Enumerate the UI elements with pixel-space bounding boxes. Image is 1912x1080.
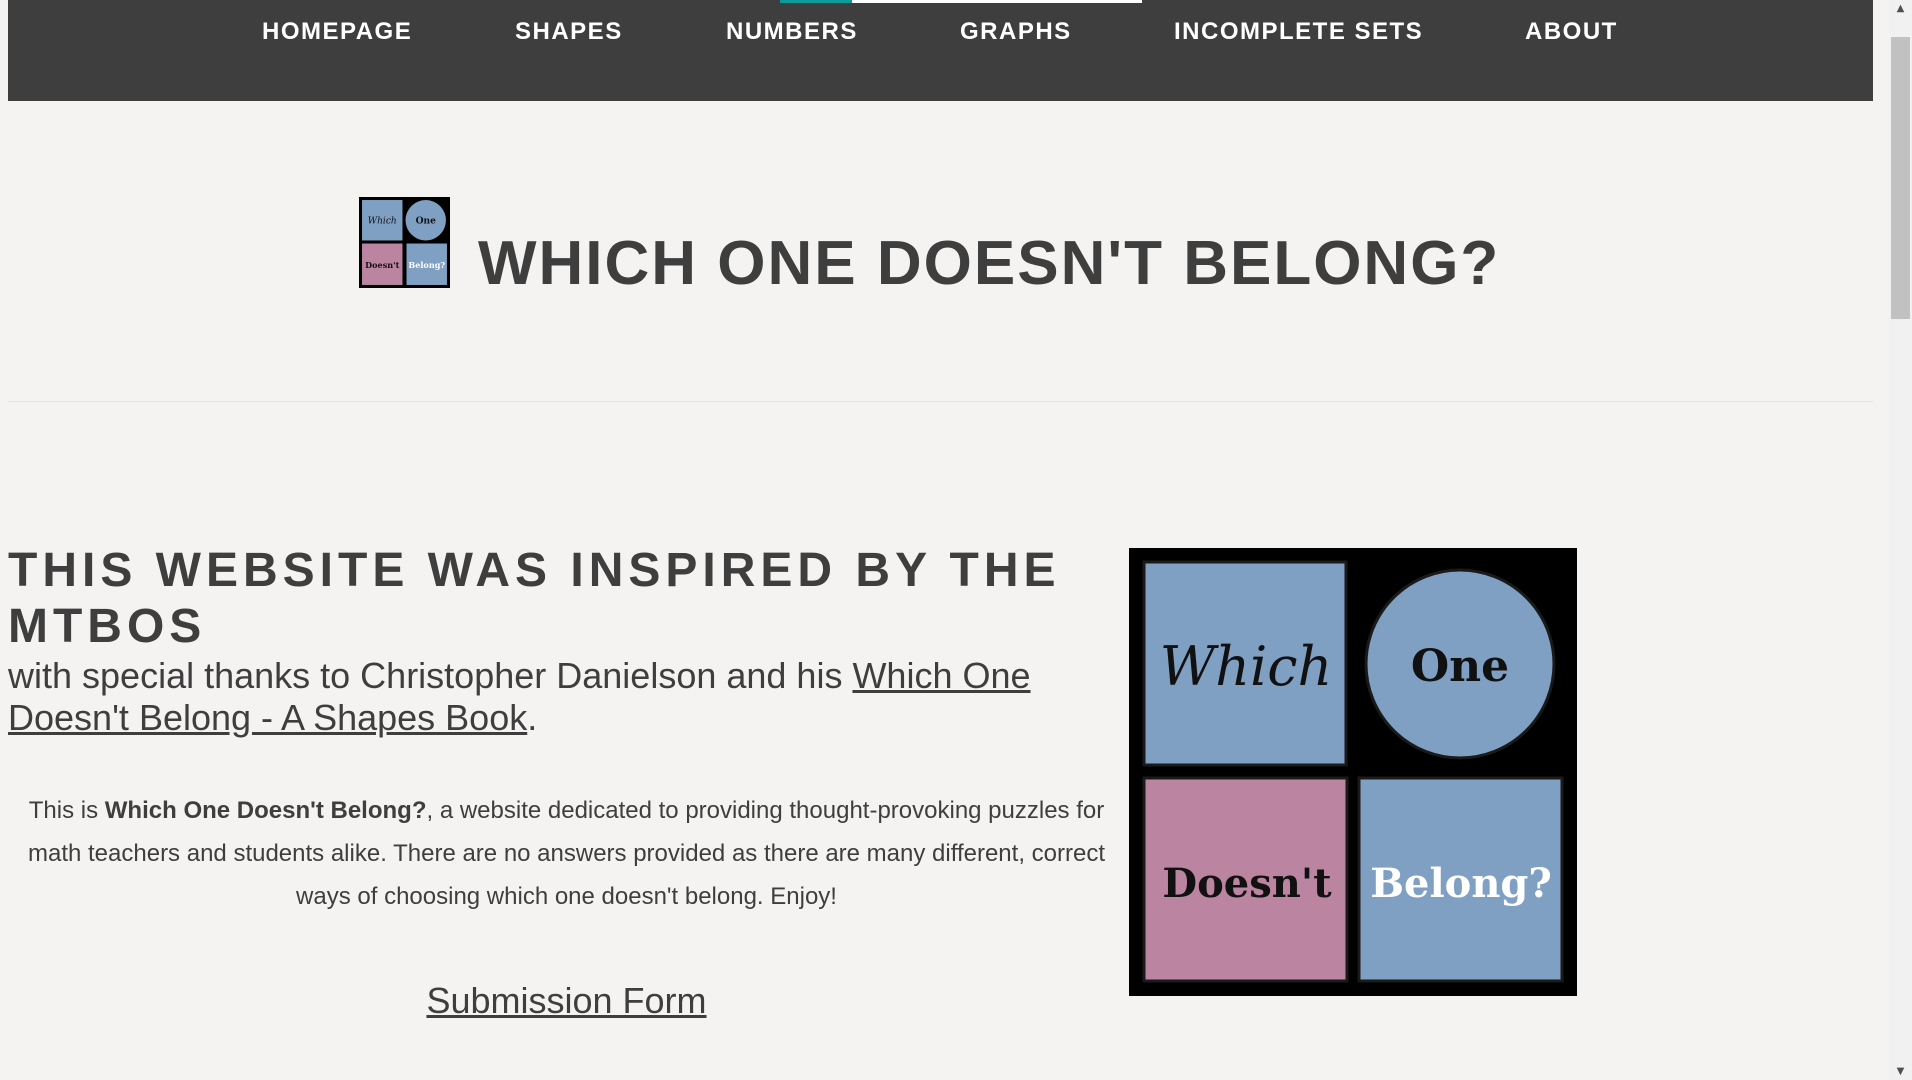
nav-item-label: SHAPES bbox=[515, 18, 623, 45]
body-prefix: This is bbox=[28, 797, 105, 824]
big-logo-word-one: One bbox=[1411, 641, 1509, 692]
intro-heading: THIS WEBSITE WAS INSPIRED BY THE MTBOS bbox=[8, 544, 1061, 653]
nav-list: HOMEPAGE SHAPES NUMBERS GRAPHS INCOMPLET… bbox=[8, 0, 1873, 101]
page-scrollbar[interactable]: ▲ ▼ bbox=[1889, 0, 1912, 1080]
intro-body: This is Which One Doesn't Belong?, a web… bbox=[20, 789, 1113, 918]
triangle-down-icon[interactable]: ▼ bbox=[1889, 1063, 1912, 1080]
submission-form-link[interactable]: Submission Form bbox=[0, 980, 1133, 1022]
site-logo[interactable]: Which One Doesn't Belong? bbox=[359, 197, 450, 288]
nav-item-label: HOMEPAGE bbox=[262, 18, 413, 45]
nav-item-label: NUMBERS bbox=[726, 18, 858, 45]
big-logo-word-which: Which bbox=[1160, 635, 1333, 698]
thanks-suffix: . bbox=[527, 697, 538, 738]
nav-item-label: INCOMPLETE SETS bbox=[1174, 18, 1424, 45]
intro-thanks: with special thanks to Christopher Danie… bbox=[8, 655, 1078, 739]
logo-word-which: Which bbox=[368, 216, 397, 226]
scrollbar-thumb[interactable] bbox=[1891, 37, 1910, 319]
logo-word-doesnt: Doesn't bbox=[365, 260, 399, 270]
header-divider bbox=[8, 401, 1873, 402]
triangle-up-icon[interactable]: ▲ bbox=[1889, 0, 1912, 17]
large-logo-image: Which One Doesn't Belong? bbox=[1129, 548, 1577, 996]
logo-word-one: One bbox=[416, 215, 437, 226]
thanks-prefix: with special thanks to Christopher Danie… bbox=[8, 655, 853, 696]
big-logo-word-doesnt: Doesn't bbox=[1162, 860, 1332, 907]
main-navbar: HOMEPAGE SHAPES NUMBERS GRAPHS INCOMPLET… bbox=[8, 0, 1873, 101]
site-title: WHICH ONE DOESN'T BELONG? bbox=[478, 229, 1501, 298]
big-logo-word-belong: Belong? bbox=[1370, 860, 1552, 907]
body-site-name: Which One Doesn't Belong? bbox=[104, 797, 427, 824]
logo-word-belong: Belong? bbox=[408, 260, 445, 270]
nav-item-label: GRAPHS bbox=[960, 18, 1072, 45]
nav-item-label: ABOUT bbox=[1525, 18, 1618, 45]
